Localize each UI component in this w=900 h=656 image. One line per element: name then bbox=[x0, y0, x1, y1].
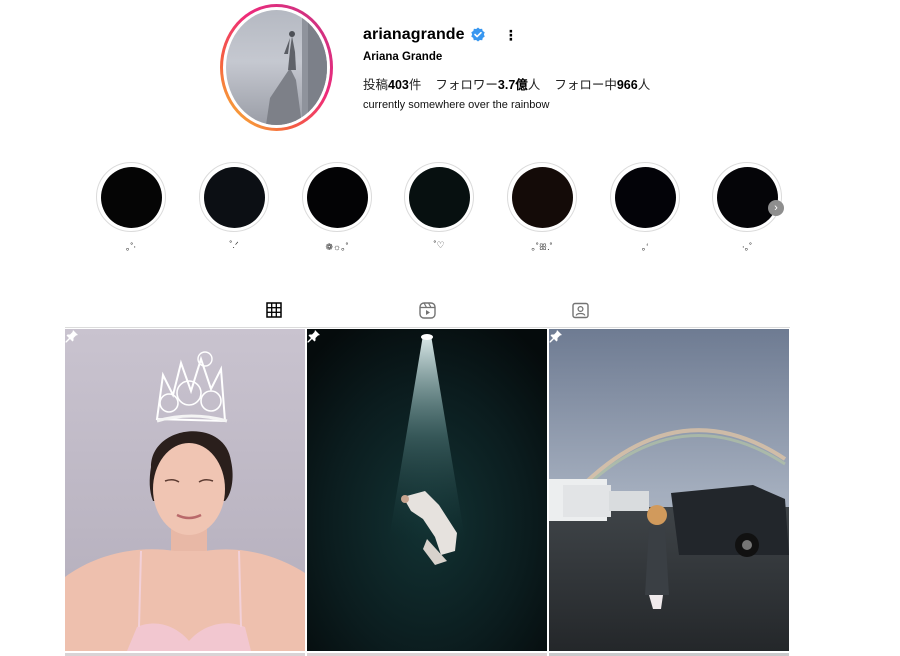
tab-posts-grid[interactable] bbox=[250, 297, 298, 328]
highlight-label: ｡˚‧ bbox=[125, 242, 137, 252]
profile-avatar-ring[interactable] bbox=[220, 4, 333, 131]
more-options-icon[interactable]: ⋮ bbox=[504, 28, 518, 42]
tab-reels[interactable] bbox=[403, 297, 451, 328]
highlight-label: ˚.ᐟ bbox=[229, 240, 239, 250]
pinned-icon bbox=[549, 330, 562, 343]
post-image bbox=[65, 329, 305, 651]
posts-count: 投稿403件 bbox=[363, 78, 422, 92]
grid-icon bbox=[266, 302, 282, 318]
highlight-label: ｡˚ꕥ.˚ bbox=[531, 242, 553, 252]
post-image bbox=[549, 329, 789, 651]
post-tile[interactable] bbox=[307, 329, 547, 651]
highlight-ring bbox=[404, 162, 474, 232]
post-tile[interactable] bbox=[549, 329, 789, 651]
highlight-cover bbox=[100, 166, 162, 228]
highlight-item[interactable]: ｡˚ꕥ.˚ bbox=[507, 162, 577, 253]
highlight-cover bbox=[203, 166, 265, 228]
highlight-cover bbox=[716, 166, 778, 228]
avatar-gap bbox=[223, 7, 330, 128]
tab-tagged[interactable] bbox=[556, 297, 604, 328]
posts-grid bbox=[65, 329, 790, 656]
pinned-icon bbox=[307, 330, 320, 343]
following-count[interactable]: フォロー中966人 bbox=[554, 74, 650, 93]
highlight-ring bbox=[302, 162, 372, 232]
post-image bbox=[307, 329, 547, 651]
full-name: Ariana Grande bbox=[363, 51, 443, 63]
highlight-cover bbox=[614, 166, 676, 228]
highlight-ring bbox=[199, 162, 269, 232]
highlight-ring bbox=[507, 162, 577, 232]
username-row: arianagrande ⋮ bbox=[363, 26, 518, 44]
verified-badge-icon bbox=[470, 27, 485, 42]
tagged-person-icon bbox=[571, 302, 589, 319]
username: arianagrande bbox=[363, 26, 465, 43]
highlight-item[interactable]: ｡˚‧ bbox=[96, 162, 166, 253]
reels-icon bbox=[418, 302, 436, 319]
post-tile[interactable] bbox=[65, 329, 305, 651]
story-highlights: ｡˚‧ ˚.ᐟ ❁☼｡˚ ˚♡ ｡˚ꕥ.˚ ｡ʻ ‧｡˚ › bbox=[96, 162, 796, 262]
pinned-icon bbox=[65, 330, 78, 343]
avatar-photo bbox=[266, 10, 327, 125]
highlight-ring bbox=[96, 162, 166, 232]
followers-count[interactable]: フォロワー3.7億人 bbox=[435, 74, 540, 93]
highlight-ring bbox=[712, 162, 782, 232]
highlight-item[interactable]: ❁☼｡˚ bbox=[302, 162, 372, 253]
highlight-label: ❁☼｡˚ bbox=[325, 242, 349, 252]
highlight-label: ˚♡ bbox=[433, 240, 445, 250]
highlight-ring bbox=[610, 162, 680, 232]
tab-divider bbox=[65, 327, 790, 328]
highlight-item[interactable]: ｡ʻ bbox=[610, 162, 680, 253]
bio: currently somewhere over the rainbow bbox=[363, 99, 550, 111]
highlights-next-icon[interactable]: › bbox=[768, 200, 784, 216]
highlight-cover bbox=[408, 166, 470, 228]
highlight-cover bbox=[511, 166, 573, 228]
highlight-item[interactable]: ˚♡ bbox=[404, 162, 474, 251]
highlight-label: ｡ʻ bbox=[641, 242, 649, 252]
highlight-label: ‧｡˚ bbox=[741, 242, 753, 252]
profile-stats: 投稿403件 フォロワー3.7億人 フォロー中966人 bbox=[363, 74, 664, 93]
highlight-cover bbox=[306, 166, 368, 228]
highlight-item[interactable]: ˚.ᐟ bbox=[199, 162, 269, 251]
avatar[interactable] bbox=[226, 10, 327, 125]
